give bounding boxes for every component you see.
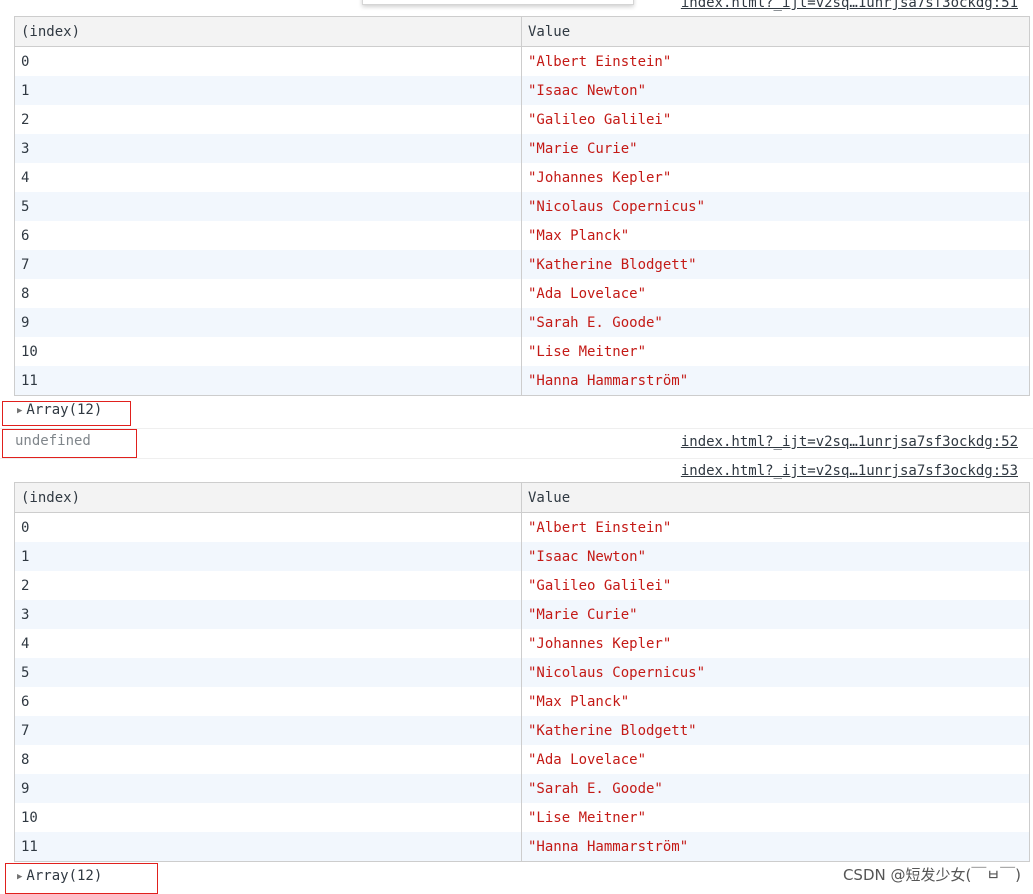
row-value-cell: "Marie Curie" — [521, 134, 1030, 163]
row-index-cell: 8 — [14, 279, 522, 308]
table-row[interactable]: 5 "Nicolaus Copernicus" — [14, 192, 1030, 221]
table-row[interactable]: 8 "Ada Lovelace" — [14, 745, 1030, 774]
row-value-cell: "Ada Lovelace" — [521, 279, 1030, 308]
console-table-2: (index) Value 0 "Albert Einstein" 1 "Isaac … — [14, 482, 1030, 862]
row-value-cell: "Johannes Kepler" — [521, 629, 1030, 658]
row-index-cell: 10 — [14, 803, 522, 832]
row-value-cell: "Isaac Newton" — [521, 76, 1030, 105]
row-value-cell: "Hanna Hammarström" — [521, 366, 1030, 396]
column-header-index[interactable]: (index) — [14, 16, 522, 47]
row-index-cell: 0 — [14, 46, 522, 76]
table-row[interactable]: 4 "Johannes Kepler" — [14, 629, 1030, 658]
row-index-cell: 2 — [14, 571, 522, 600]
table-row[interactable]: 3 "Marie Curie" — [14, 600, 1030, 629]
divider — [0, 458, 1033, 459]
row-value-cell: "Sarah E. Goode" — [521, 774, 1030, 803]
row-value-cell: "Albert Einstein" — [521, 512, 1030, 542]
row-index-cell: 4 — [14, 629, 522, 658]
row-index-cell: 5 — [14, 192, 522, 221]
table-row[interactable]: 9 "Sarah E. Goode" — [14, 308, 1030, 337]
column-header-value[interactable]: Value — [521, 482, 1030, 513]
table-row[interactable]: 2 "Galileo Galilei" — [14, 571, 1030, 600]
table-row[interactable]: 1 "Isaac Newton" — [14, 76, 1030, 105]
table-row[interactable]: 1 "Isaac Newton" — [14, 542, 1030, 571]
row-value-cell: "Katherine Blodgett" — [521, 250, 1030, 279]
row-index-cell: 5 — [14, 658, 522, 687]
row-value-cell: "Nicolaus Copernicus" — [521, 192, 1030, 221]
table-row[interactable]: 0 "Albert Einstein" — [14, 46, 1030, 76]
column-header-index[interactable]: (index) — [14, 482, 522, 513]
row-index-cell: 0 — [14, 512, 522, 542]
row-value-cell: "Max Planck" — [521, 687, 1030, 716]
table-row[interactable]: 0 "Albert Einstein" — [14, 512, 1030, 542]
row-value-cell: "Galileo Galilei" — [521, 571, 1030, 600]
table-row[interactable]: 7 "Katherine Blodgett" — [14, 716, 1030, 745]
table-header-row: (index) Value — [14, 16, 1030, 47]
table-row[interactable]: 11 "Hanna Hammarström" — [14, 832, 1030, 862]
row-index-cell: 11 — [14, 832, 522, 862]
row-index-cell: 9 — [14, 308, 522, 337]
table-body: 0 "Albert Einstein" 1 "Isaac Newton" 2 "Galil… — [14, 46, 1030, 396]
column-header-value[interactable]: Value — [521, 16, 1030, 47]
row-index-cell: 11 — [14, 366, 522, 396]
source-link-51[interactable]: index.html?_ijt=v2sq…1unrjsa7sf3ockdg:51 — [681, 0, 1018, 11]
row-value-cell: "Sarah E. Goode" — [521, 308, 1030, 337]
row-index-cell: 8 — [14, 745, 522, 774]
watermark: CSDN @短发少女(￣ㅂ￣) — [842, 866, 1021, 884]
row-value-cell: "Nicolaus Copernicus" — [521, 658, 1030, 687]
row-index-cell: 2 — [14, 105, 522, 134]
console-table-1: (index) Value 0 "Albert Einstein" 1 "Isaac … — [14, 16, 1030, 396]
row-value-cell: "Galileo Galilei" — [521, 105, 1030, 134]
row-index-cell: 1 — [14, 76, 522, 105]
table-row[interactable]: 8 "Ada Lovelace" — [14, 279, 1030, 308]
top-popup-edge — [362, 0, 634, 5]
row-index-cell: 3 — [14, 134, 522, 163]
row-value-cell: "Ada Lovelace" — [521, 745, 1030, 774]
source-link-52[interactable]: index.html?_ijt=v2sq…1unrjsa7sf3ockdg:52 — [681, 434, 1018, 450]
table-row[interactable]: 3 "Marie Curie" — [14, 134, 1030, 163]
table-row[interactable]: 5 "Nicolaus Copernicus" — [14, 658, 1030, 687]
row-index-cell: 10 — [14, 337, 522, 366]
table-row[interactable]: 6 "Max Planck" — [14, 221, 1030, 250]
table-row[interactable]: 6 "Max Planck" — [14, 687, 1030, 716]
highlight-box-undefined — [2, 429, 137, 458]
row-index-cell: 6 — [14, 687, 522, 716]
row-index-cell: 4 — [14, 163, 522, 192]
row-value-cell: "Lise Meitner" — [521, 803, 1030, 832]
table-row[interactable]: 11 "Hanna Hammarström" — [14, 366, 1030, 396]
row-index-cell: 7 — [14, 716, 522, 745]
table-row[interactable]: 9 "Sarah E. Goode" — [14, 774, 1030, 803]
row-value-cell: "Johannes Kepler" — [521, 163, 1030, 192]
row-value-cell: "Isaac Newton" — [521, 542, 1030, 571]
table-row[interactable]: 10 "Lise Meitner" — [14, 337, 1030, 366]
row-index-cell: 7 — [14, 250, 522, 279]
row-value-cell: "Hanna Hammarström" — [521, 832, 1030, 862]
table-row[interactable]: 2 "Galileo Galilei" — [14, 105, 1030, 134]
source-link-53[interactable]: index.html?_ijt=v2sq…1unrjsa7sf3ockdg:53 — [681, 463, 1018, 479]
table-body: 0 "Albert Einstein" 1 "Isaac Newton" 2 "Galil… — [14, 512, 1030, 862]
table-header-row: (index) Value — [14, 482, 1030, 513]
highlight-box-array-1 — [2, 401, 131, 426]
row-index-cell: 9 — [14, 774, 522, 803]
divider — [0, 428, 1033, 429]
highlight-box-array-2 — [5, 863, 158, 894]
table-row[interactable]: 7 "Katherine Blodgett" — [14, 250, 1030, 279]
table-row[interactable]: 4 "Johannes Kepler" — [14, 163, 1030, 192]
row-index-cell: 6 — [14, 221, 522, 250]
row-value-cell: "Albert Einstein" — [521, 46, 1030, 76]
table-row[interactable]: 10 "Lise Meitner" — [14, 803, 1030, 832]
row-value-cell: "Lise Meitner" — [521, 337, 1030, 366]
row-value-cell: "Katherine Blodgett" — [521, 716, 1030, 745]
row-value-cell: "Max Planck" — [521, 221, 1030, 250]
row-index-cell: 3 — [14, 600, 522, 629]
row-index-cell: 1 — [14, 542, 522, 571]
row-value-cell: "Marie Curie" — [521, 600, 1030, 629]
